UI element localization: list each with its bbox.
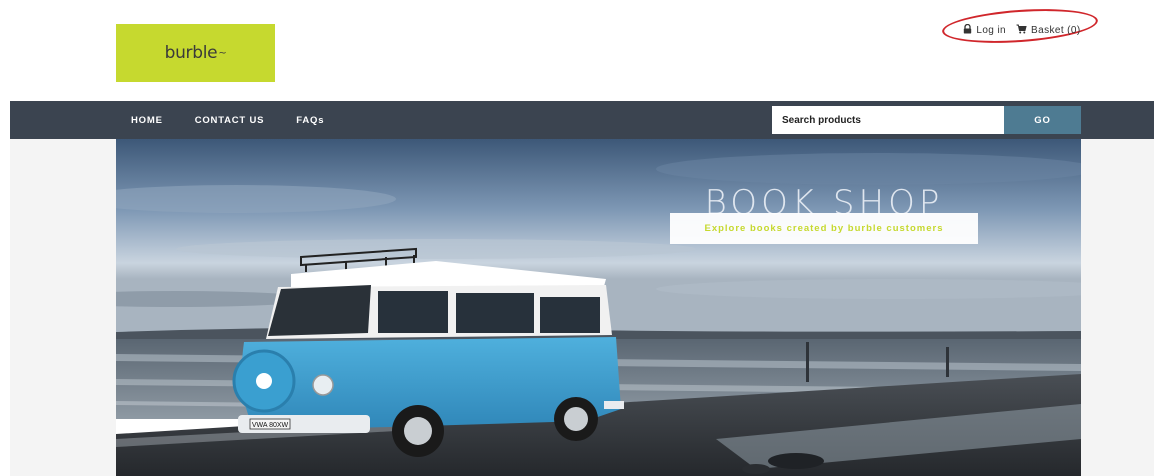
- camper-van: VWA 80XW: [232, 247, 624, 457]
- page-margin-right: [1081, 139, 1154, 476]
- nav-item-home[interactable]: HOME: [131, 115, 163, 126]
- nav-menu: HOME CONTACT US FAQs: [131, 101, 324, 139]
- hero-banner-image: VWA 80XW BOOK SHOP Explore books created…: [116, 139, 1081, 476]
- nav-item-contact-us[interactable]: CONTACT US: [195, 115, 265, 126]
- lock-icon: [963, 23, 972, 37]
- page: burble ~ Log in Basket (0) HOME CONTACT …: [0, 0, 1164, 476]
- go-button[interactable]: GO: [1004, 106, 1081, 134]
- nav-item-faqs[interactable]: FAQs: [296, 115, 324, 126]
- logo-text: burble: [164, 43, 218, 63]
- login-label: Log in: [976, 24, 1007, 36]
- logo-mark: ~: [218, 47, 227, 59]
- hero-subtitle: Explore books created by burble customer…: [704, 223, 944, 234]
- hero-subtitle-banner: Explore books created by burble customer…: [670, 213, 978, 244]
- license-plate: VWA 80XW: [252, 422, 289, 429]
- basket-label: Basket (0): [1031, 24, 1081, 36]
- burble-logo[interactable]: burble ~: [116, 24, 275, 82]
- search-input[interactable]: [772, 106, 1004, 134]
- main-navbar: HOME CONTACT US FAQs GO: [10, 101, 1154, 139]
- basket-link[interactable]: Basket (0): [1016, 24, 1081, 37]
- account-links: Log in Basket (0): [946, 16, 1098, 44]
- login-link[interactable]: Log in: [963, 23, 1007, 37]
- cart-icon: [1016, 24, 1027, 37]
- page-margin-left: [10, 139, 116, 476]
